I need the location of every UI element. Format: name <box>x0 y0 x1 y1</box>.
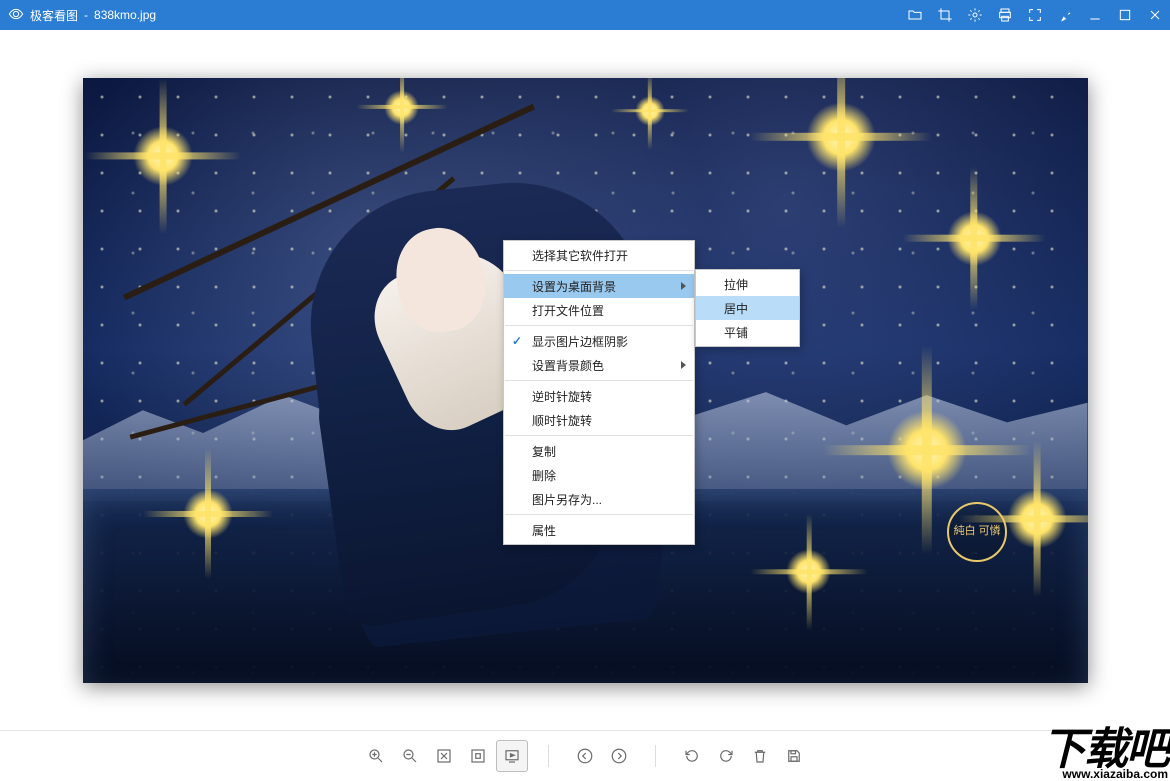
menu-separator <box>505 435 693 436</box>
titlebar: 极客看图 - 838kmo.jpg <box>0 0 1170 30</box>
context-submenu-wallpaper[interactable]: 拉伸 居中 平铺 <box>695 269 800 347</box>
toolbar-separator <box>548 745 549 767</box>
menu-delete[interactable]: 删除 <box>504 463 694 487</box>
filename: 838kmo.jpg <box>94 8 156 22</box>
delete-button[interactable] <box>744 740 776 772</box>
menu-set-wallpaper[interactable]: 设置为桌面背景 <box>504 274 694 298</box>
menu-show-frame-shadow[interactable]: ✓显示图片边框阴影 <box>504 329 694 353</box>
pin-button[interactable] <box>1050 0 1080 30</box>
menu-save-as[interactable]: 图片另存为... <box>504 487 694 511</box>
image-seal: 純白 可憐 <box>947 502 1007 562</box>
chevron-right-icon <box>681 282 686 290</box>
submenu-center[interactable]: 居中 <box>696 296 799 320</box>
next-button[interactable] <box>603 740 635 772</box>
check-icon: ✓ <box>512 334 522 348</box>
menu-separator <box>505 380 693 381</box>
context-menu[interactable]: 选择其它软件打开 设置为桌面背景 打开文件位置 ✓显示图片边框阴影 设置背景颜色… <box>503 240 695 545</box>
zoom-out-button[interactable] <box>394 740 426 772</box>
menu-open-file-location[interactable]: 打开文件位置 <box>504 298 694 322</box>
menu-rotate-ccw[interactable]: 逆时针旋转 <box>504 384 694 408</box>
slideshow-button[interactable] <box>496 740 528 772</box>
menu-separator <box>505 270 693 271</box>
submenu-stretch[interactable]: 拉伸 <box>696 272 799 296</box>
menu-rotate-cw[interactable]: 顺时针旋转 <box>504 408 694 432</box>
fit-screen-button[interactable] <box>428 740 460 772</box>
close-button[interactable] <box>1140 0 1170 30</box>
bottom-toolbar <box>0 730 1170 780</box>
settings-button[interactable] <box>960 0 990 30</box>
print-button[interactable] <box>990 0 1020 30</box>
menu-copy[interactable]: 复制 <box>504 439 694 463</box>
app-logo-icon <box>8 6 24 25</box>
fullscreen-button[interactable] <box>1020 0 1050 30</box>
chevron-right-icon <box>681 361 686 369</box>
prev-button[interactable] <box>569 740 601 772</box>
rotate-ccw-button[interactable] <box>676 740 708 772</box>
toolbar-separator <box>655 745 656 767</box>
menu-open-with[interactable]: 选择其它软件打开 <box>504 243 694 267</box>
actual-size-button[interactable] <box>462 740 494 772</box>
open-folder-button[interactable] <box>900 0 930 30</box>
crop-button[interactable] <box>930 0 960 30</box>
app-name: 极客看图 <box>30 7 78 24</box>
menu-properties[interactable]: 属性 <box>504 518 694 542</box>
menu-separator <box>505 514 693 515</box>
minimize-button[interactable] <box>1080 0 1110 30</box>
maximize-button[interactable] <box>1110 0 1140 30</box>
zoom-in-button[interactable] <box>360 740 392 772</box>
menu-set-bg-color[interactable]: 设置背景颜色 <box>504 353 694 377</box>
submenu-tile[interactable]: 平铺 <box>696 320 799 344</box>
title-separator: - <box>84 8 88 22</box>
save-button[interactable] <box>778 740 810 772</box>
rotate-cw-button[interactable] <box>710 740 742 772</box>
menu-separator <box>505 325 693 326</box>
